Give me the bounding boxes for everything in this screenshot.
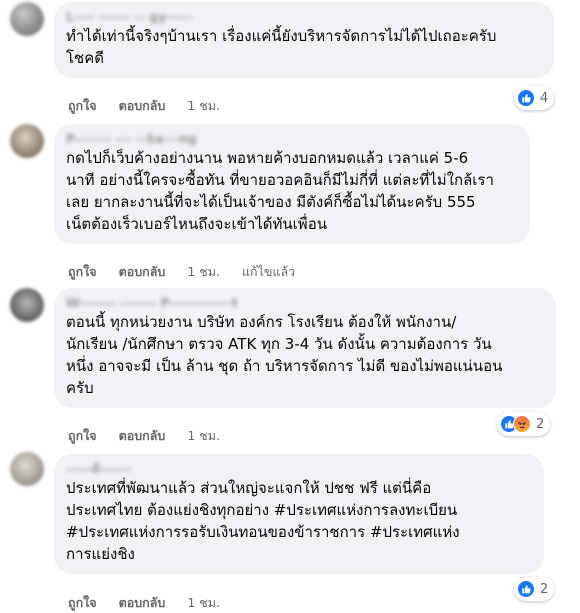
like-button[interactable]: ถูกใจ [68, 426, 97, 446]
avatar[interactable] [10, 452, 44, 486]
author-name[interactable]: P------- --- --Sa---ng [66, 131, 518, 147]
like-icon [517, 89, 535, 107]
comment-bubble: L---- ------ -- gy----- ทำได้เท่านี้จริง… [54, 2, 554, 78]
comment-actions: ถูกใจ ตอบกลับ 1 ชม. แก้ไขแล้ว [68, 263, 295, 281]
timestamp[interactable]: 1 ชม. [187, 262, 220, 282]
avatar[interactable] [10, 2, 44, 36]
avatar[interactable] [10, 124, 44, 158]
timestamp[interactable]: 1 ชม. [187, 593, 220, 613]
comment-text: ทำได้เท่านี้จริงๆบ้านเรา เรื่องแค่นี้ยัง… [66, 27, 497, 67]
comment-text: กดไปก็เว็บค้างอย่างนาน พอหายค้างบอกหมดแล… [66, 149, 494, 233]
timestamp[interactable]: 1 ชม. [187, 426, 220, 446]
reaction-count: 2 [536, 416, 545, 432]
comment-bubble: P------- --- --Sa---ng กดไปก็เว็บค้างอย่… [54, 124, 530, 244]
like-icon [517, 580, 535, 598]
comment-text: ตอนนี้ ทุกหน่วยงาน บริษัท องค์กร โรงเรีย… [66, 313, 503, 397]
reaction-summary[interactable]: 2 [514, 577, 555, 601]
comment-actions: ถูกใจ ตอบกลับ 1 ชม. [68, 594, 242, 612]
reaction-count: 2 [540, 581, 549, 597]
reaction-count: 4 [540, 90, 549, 106]
author-name[interactable]: W------- ------- P------------t [66, 295, 544, 311]
angry-icon [513, 415, 531, 433]
reaction-summary[interactable]: 4 [514, 86, 555, 110]
like-button[interactable]: ถูกใจ [68, 262, 97, 282]
author-name[interactable]: L---- ------ -- gy----- [66, 9, 542, 25]
reply-button[interactable]: ตอบกลับ [119, 593, 166, 613]
reply-button[interactable]: ตอบกลับ [119, 96, 166, 116]
comment-bubble: W------- ------- P------------t ตอนนี้ ท… [54, 288, 556, 408]
comment-actions: ถูกใจ ตอบกลับ 1 ชม. [68, 427, 242, 445]
reaction-summary[interactable]: 2 [497, 412, 551, 436]
author-name[interactable]: -----ด้------ [66, 461, 532, 477]
like-button[interactable]: ถูกใจ [68, 96, 97, 116]
comment-actions: ถูกใจ ตอบกลับ 1 ชม. [68, 97, 242, 115]
edited-label[interactable]: แก้ไขแล้ว [242, 262, 295, 282]
comment-text: ประเทศที่พัฒนาแล้ว ส่วนใหญ่จะแจกให้ ปชช … [66, 479, 460, 563]
timestamp[interactable]: 1 ชม. [187, 96, 220, 116]
comment-bubble: -----ด้------ ประเทศที่พัฒนาแล้ว ส่วนใหญ… [54, 454, 544, 574]
reply-button[interactable]: ตอบกลับ [119, 426, 166, 446]
like-button[interactable]: ถูกใจ [68, 593, 97, 613]
avatar[interactable] [10, 288, 44, 322]
reply-button[interactable]: ตอบกลับ [119, 262, 166, 282]
